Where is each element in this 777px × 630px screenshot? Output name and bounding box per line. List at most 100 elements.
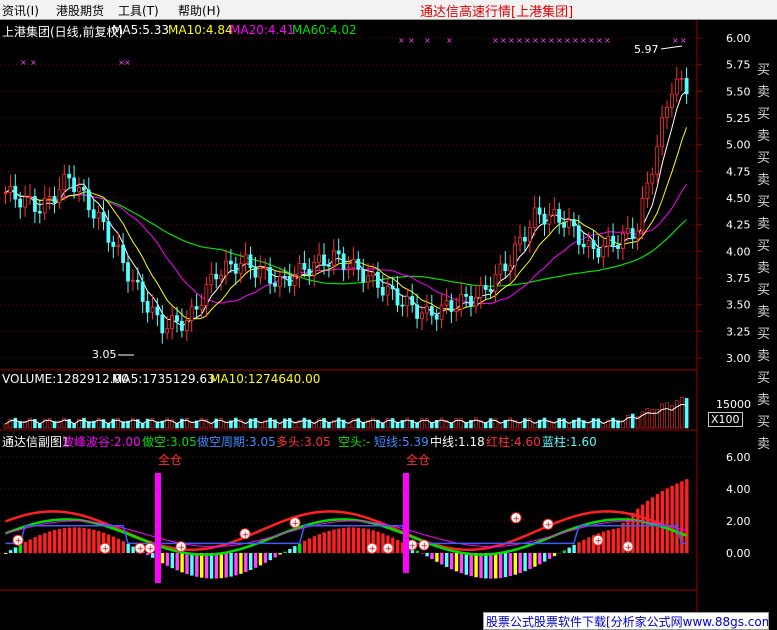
candle-body xyxy=(38,211,41,212)
indicator-tick-label: 4.00 xyxy=(726,483,751,496)
candle-body xyxy=(592,241,595,249)
indicator-bar xyxy=(87,529,90,553)
indicator-bar xyxy=(548,553,551,559)
signal-marker-cross: + xyxy=(545,521,553,531)
candle-body xyxy=(244,255,247,264)
indicator-bar xyxy=(661,491,664,553)
candle-body xyxy=(234,264,237,273)
candle-body xyxy=(24,197,27,207)
candle-body xyxy=(195,307,198,310)
menu-info[interactable]: 资讯(I) xyxy=(2,2,39,19)
candle-body xyxy=(670,94,673,107)
stock-name-label: 上港集团(日线,前复权) xyxy=(2,23,123,40)
indicator-bar xyxy=(685,479,688,553)
indicator-bar xyxy=(4,553,7,554)
indicator-bar xyxy=(509,553,512,576)
indicator-bar xyxy=(43,533,46,553)
indicator-bar xyxy=(283,552,286,553)
indicator-bar xyxy=(82,528,85,553)
candle-body xyxy=(288,276,291,285)
indicator-bar xyxy=(313,536,316,553)
indicator-bar xyxy=(572,545,575,553)
indicator-bar xyxy=(229,553,232,577)
indicator-tick-label: 2.00 xyxy=(726,515,751,528)
signal-x-mark: × xyxy=(580,36,587,45)
indicator-bar xyxy=(185,553,188,574)
red-bar-legend: 红柱:4.60 xyxy=(486,433,541,450)
candle-body xyxy=(386,286,389,295)
candle-body xyxy=(553,209,556,214)
menu-help[interactable]: 帮助(H) xyxy=(178,2,220,19)
price-tick-label: 3.50 xyxy=(726,299,751,312)
signal-marker-cross: + xyxy=(178,543,186,553)
indicator-bar xyxy=(161,553,164,563)
candle-body xyxy=(92,210,95,218)
indicator-bar xyxy=(220,553,223,578)
indicator-bar xyxy=(479,553,482,578)
indicator-bar xyxy=(293,546,296,553)
candle-body xyxy=(19,199,22,207)
candle-body xyxy=(259,268,262,277)
indicator-bar xyxy=(617,528,620,553)
candle-body xyxy=(220,275,223,278)
indicator-bar xyxy=(234,553,237,575)
chart-area[interactable]: 6.005.755.505.255.004.754.504.254.003.75… xyxy=(0,20,777,624)
candle-body xyxy=(455,309,458,311)
candle-body xyxy=(465,294,468,296)
signal-x-mark: × xyxy=(398,36,405,45)
candle-body xyxy=(666,107,669,117)
kline-chart[interactable]: 6.005.755.505.255.004.754.504.254.003.75… xyxy=(0,20,777,624)
ma10-legend: MA10:4.84 xyxy=(168,23,233,37)
indicator-bar xyxy=(646,501,649,553)
volume-bar xyxy=(631,414,634,428)
empty-legend: 空头:- xyxy=(338,433,370,450)
candle-body xyxy=(323,255,326,265)
signal-x-mark: × xyxy=(556,36,563,45)
menu-hk-futures[interactable]: 港股期货 xyxy=(56,2,104,19)
candle-body xyxy=(391,286,394,289)
short-cycle-legend: 做空周期:3.05 xyxy=(197,433,276,450)
signal-marker-cross: + xyxy=(369,545,377,555)
candle-body xyxy=(646,183,649,198)
indicator-bar xyxy=(587,537,590,553)
signal-marker-cross: + xyxy=(595,537,603,547)
full-position-label-1: 全仓 xyxy=(158,452,182,467)
indicator-bar xyxy=(352,527,355,553)
indicator-bar xyxy=(666,488,669,553)
indicator-bar xyxy=(445,553,448,567)
candle-body xyxy=(484,286,487,290)
indicator-bar xyxy=(180,553,183,572)
indicator-tick-label: 6.00 xyxy=(726,451,751,464)
candle-body xyxy=(401,305,404,306)
candle-body xyxy=(102,212,105,221)
indicator-bar xyxy=(396,540,399,553)
candle-body xyxy=(298,263,301,276)
indicator-bar xyxy=(675,483,678,553)
candle-body xyxy=(9,186,12,192)
candle-body xyxy=(470,296,473,306)
candle-body xyxy=(607,236,610,246)
candle-body xyxy=(161,315,164,333)
menu-tools[interactable]: 工具(T) xyxy=(118,2,159,19)
candle-body xyxy=(283,276,286,277)
candle-body xyxy=(73,178,76,192)
price-tick-label: 5.75 xyxy=(726,59,751,72)
candle-body xyxy=(264,268,267,269)
candle-body xyxy=(205,285,208,306)
indicator-bar xyxy=(489,553,492,579)
side-tab-strip[interactable]: 买卖买卖买卖买卖买卖买卖买卖买卖买卖 xyxy=(757,60,775,456)
candle-body xyxy=(249,255,252,268)
candle-body xyxy=(396,289,399,305)
candle-body xyxy=(131,280,134,281)
signal-x-mark: × xyxy=(680,36,687,45)
indicator-bar xyxy=(48,531,51,553)
full-position-label-2: 全仓 xyxy=(406,452,430,467)
signal-x-mark: × xyxy=(604,36,611,45)
signal-x-mark: × xyxy=(540,36,547,45)
candle-body xyxy=(430,307,433,316)
candle-body xyxy=(269,268,272,284)
candle-body xyxy=(78,187,81,191)
volume-ma5-legend: MA5:1735129.63 xyxy=(112,372,215,386)
volume-bar xyxy=(666,403,669,428)
short-legend: 做空:3.05 xyxy=(142,433,197,450)
